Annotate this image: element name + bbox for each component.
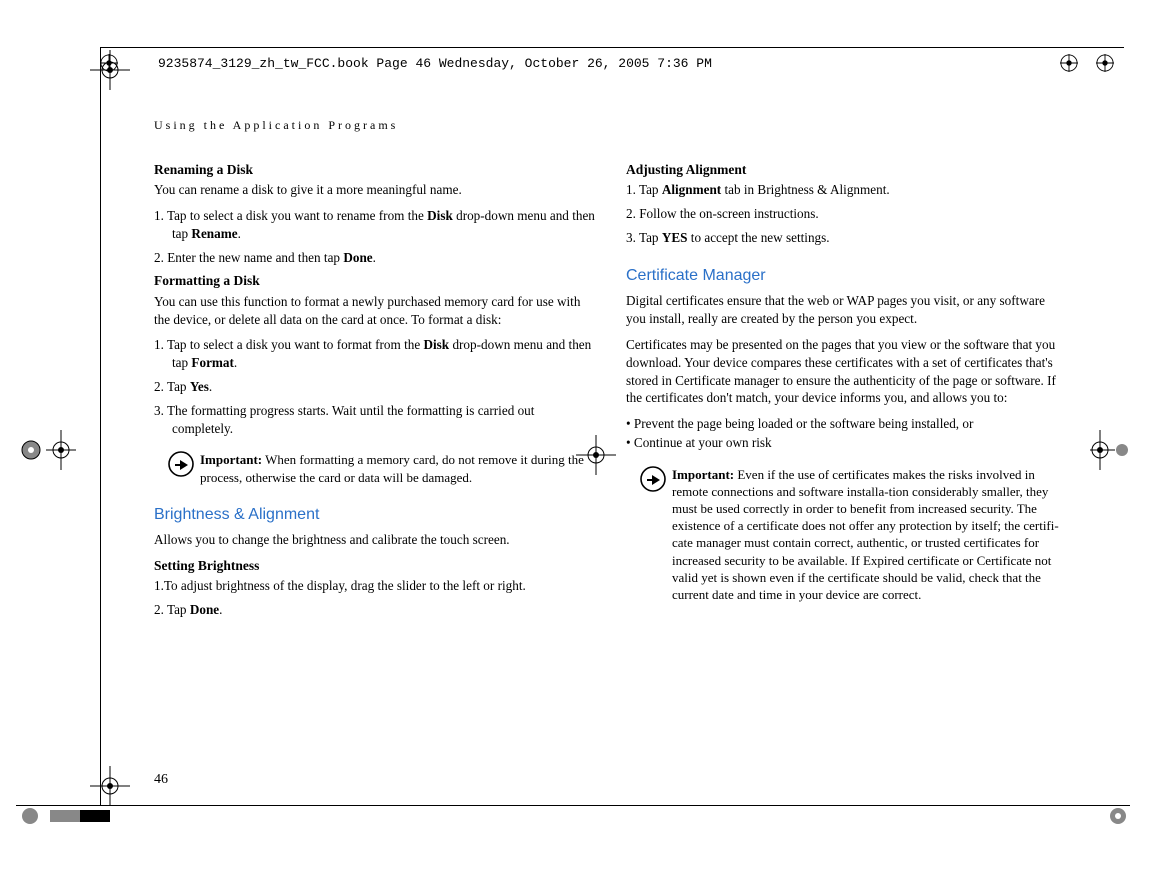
note-text: Important: Even if the use of certificat… [672, 466, 1068, 603]
paragraph: Certificates may be presented on the pag… [626, 336, 1068, 407]
heading-renaming: Renaming a Disk [154, 161, 596, 179]
section-brightness: Brightness & Alignment [154, 504, 596, 526]
color-bar-icon [20, 806, 120, 826]
paragraph: You can use this function to format a ne… [154, 293, 596, 329]
step: 1. Tap to select a disk you want to rena… [154, 207, 596, 243]
important-note: Important: When formatting a memory card… [168, 451, 596, 485]
running-head: Using the Application Programs [154, 118, 1068, 133]
hand-pointer-icon [168, 451, 196, 482]
note-text: Important: When formatting a memory card… [200, 451, 596, 485]
heading-adjusting-alignment: Adjusting Alignment [626, 161, 1068, 179]
page-content: Using the Application Programs Renaming … [154, 118, 1068, 796]
step: 2. Follow the on-screen instructions. [626, 205, 1068, 223]
header-icons [1060, 54, 1114, 72]
two-column-layout: Renaming a Disk You can rename a disk to… [154, 159, 1068, 625]
heading-setting-brightness: Setting Brightness [154, 557, 596, 575]
step: 1. Tap Alignment tab in Brightness & Ali… [626, 181, 1068, 199]
bullet-item: • Prevent the page being loaded or the s… [626, 415, 1068, 433]
step: 2. Enter the new name and then tap Done. [154, 249, 596, 267]
paragraph: You can rename a disk to give it a more … [154, 181, 596, 199]
left-column: Renaming a Disk You can rename a disk to… [154, 159, 596, 625]
frame-left-line [100, 47, 101, 806]
register-mark-icon [1096, 54, 1114, 72]
step: 3. The formatting progress starts. Wait … [154, 402, 596, 438]
hand-pointer-icon [640, 466, 668, 497]
heading-formatting: Formatting a Disk [154, 272, 596, 290]
doc-header: 9235874_3129_zh_tw_FCC.book Page 46 Wedn… [100, 47, 1124, 72]
register-mark-icon [100, 54, 118, 72]
step: 1. Tap to select a disk you want to form… [154, 336, 596, 372]
bullet-item: • Continue at your own risk [626, 434, 1068, 452]
step: 2. Tap Yes. [154, 378, 596, 396]
crop-mark-icon [90, 766, 130, 806]
register-dot-icon [1108, 806, 1128, 826]
step: 1.To adjust brightness of the display, d… [154, 577, 596, 595]
important-note: Important: Even if the use of certificat… [640, 466, 1068, 603]
crop-mark-icon [16, 430, 76, 470]
paragraph: Allows you to change the brightness and … [154, 531, 596, 549]
step: 2. Tap Done. [154, 601, 596, 619]
paragraph: Digital certificates ensure that the web… [626, 292, 1068, 328]
header-filename: 9235874_3129_zh_tw_FCC.book Page 46 Wedn… [158, 56, 712, 71]
register-mark-icon [1060, 54, 1078, 72]
crop-mark-icon [1090, 430, 1130, 470]
section-certificate-manager: Certificate Manager [626, 265, 1068, 287]
frame-bottom-line [16, 805, 1130, 806]
page-number: 46 [154, 772, 168, 788]
right-column: Adjusting Alignment 1. Tap Alignment tab… [626, 159, 1068, 625]
step: 3. Tap YES to accept the new settings. [626, 229, 1068, 247]
